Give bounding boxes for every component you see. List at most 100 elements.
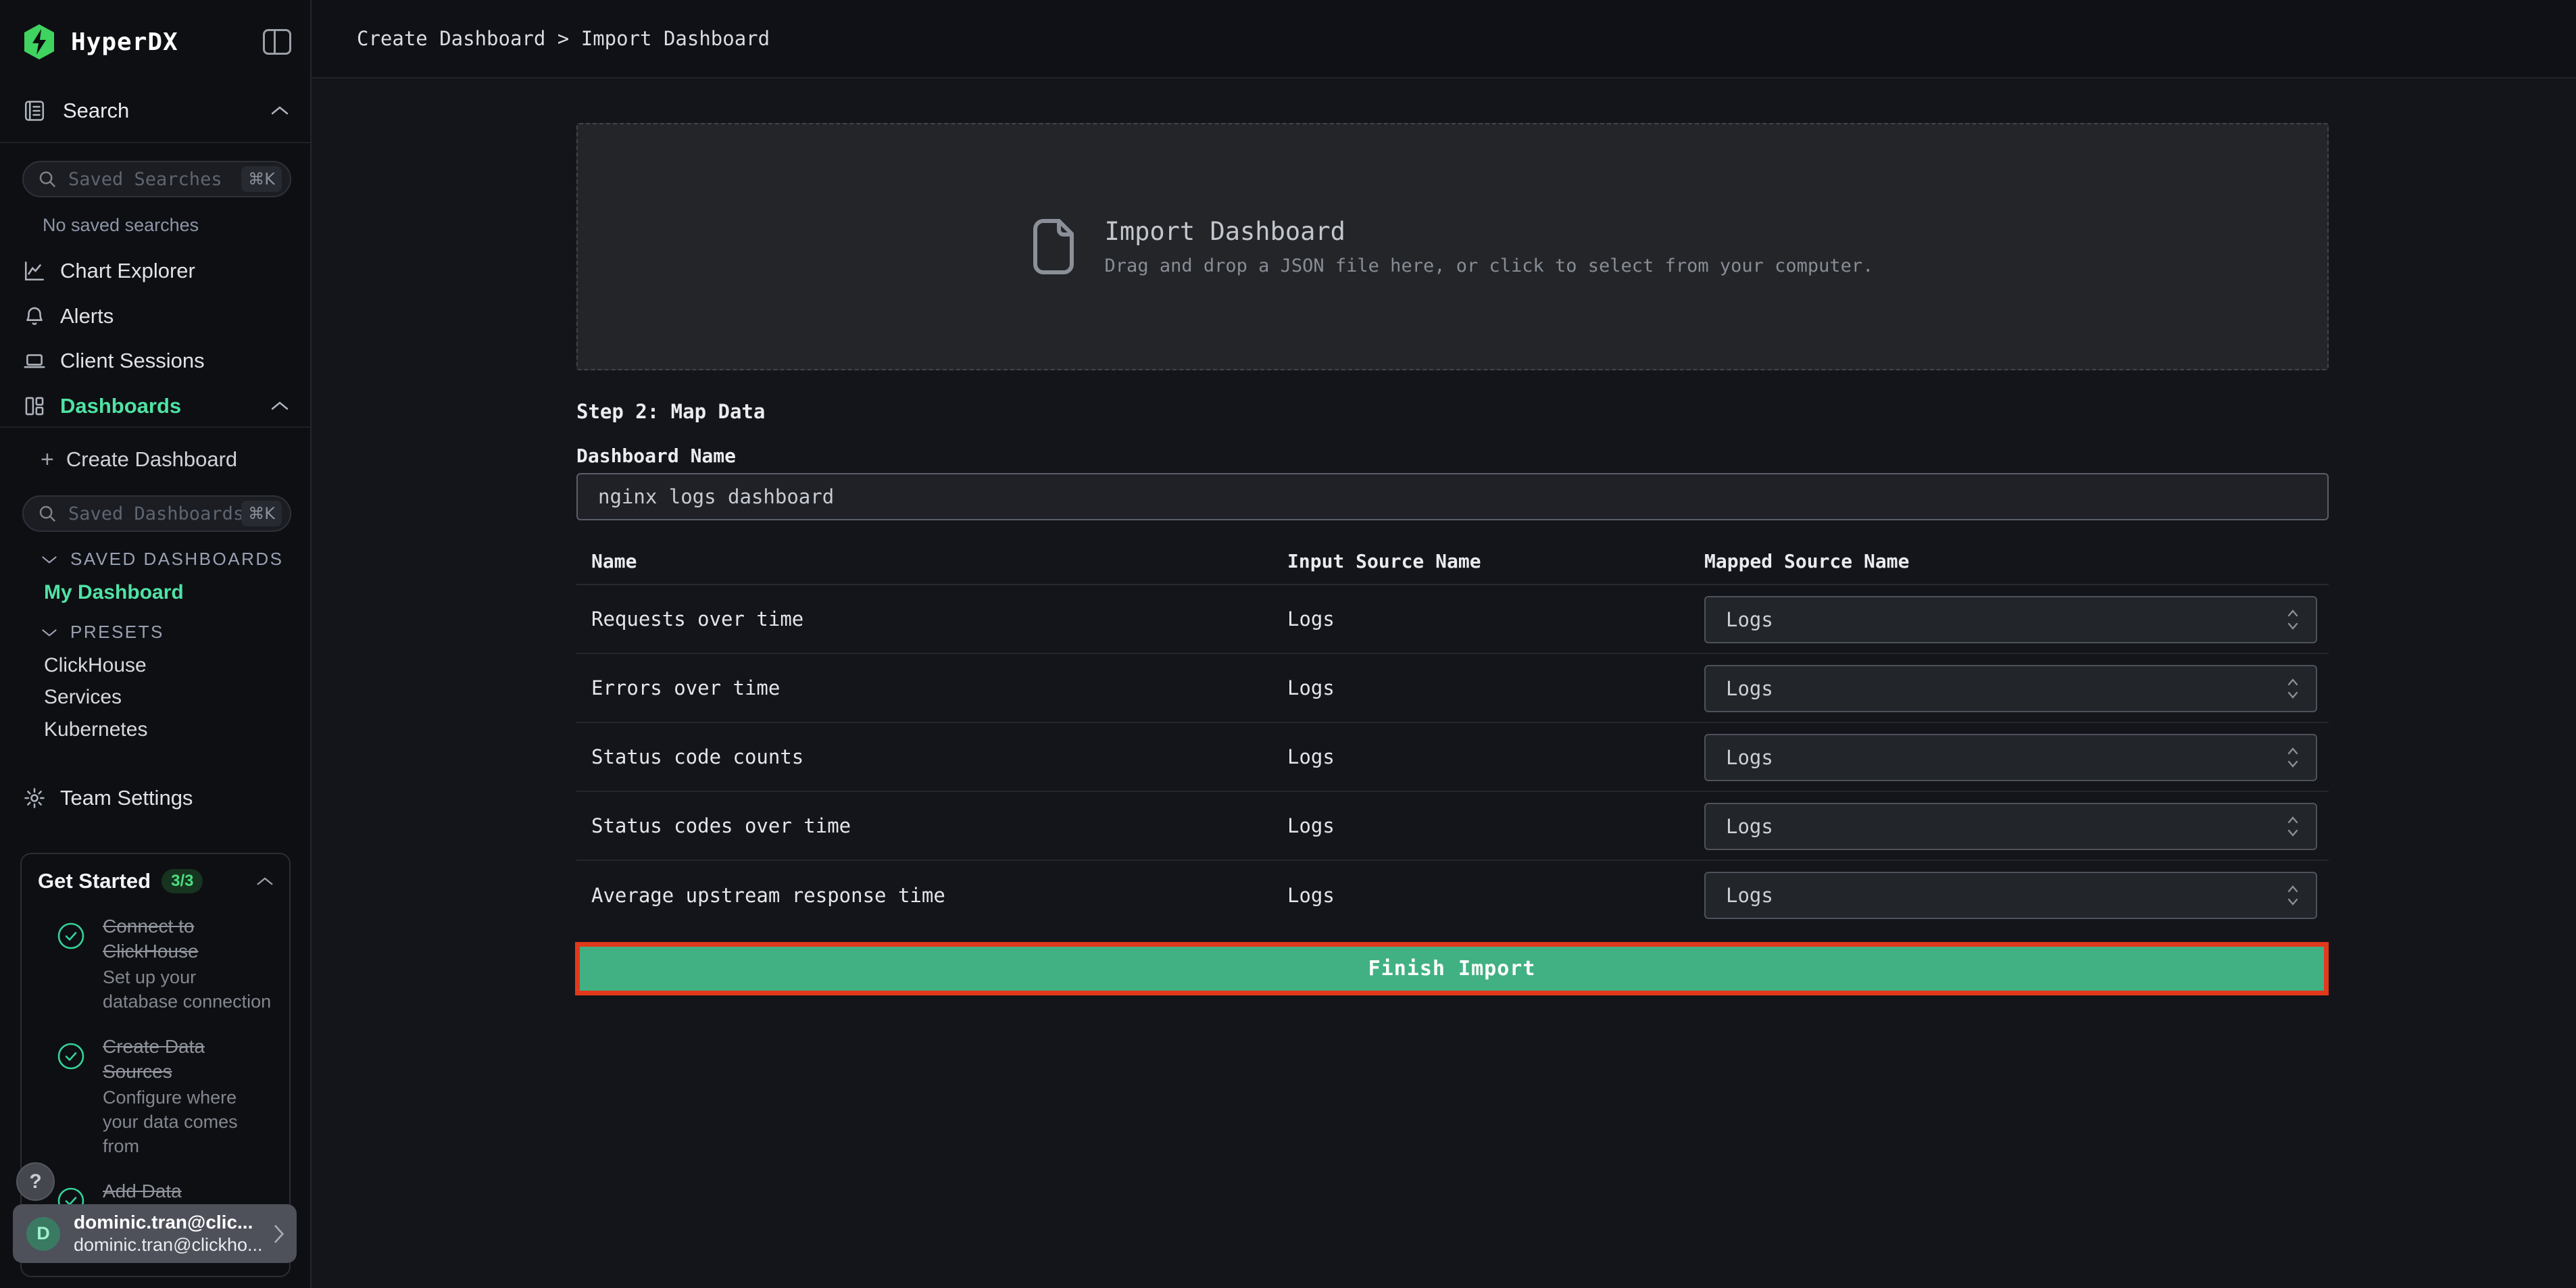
sidebar-item-alerts[interactable]: Alerts xyxy=(22,299,290,333)
input-source-cell: Logs xyxy=(1287,654,1335,722)
journal-icon xyxy=(22,99,47,123)
dashboard-name-label: Dashboard Name xyxy=(576,445,736,467)
file-icon xyxy=(1032,218,1075,275)
column-header-mapped-source: Mapped Source Name xyxy=(1704,550,1909,572)
mapped-source-select[interactable]: Logs xyxy=(1704,734,2317,781)
step-label: Step 2: Map Data xyxy=(576,400,765,423)
saved-dashboards-group-header[interactable]: SAVED DASHBOARDS xyxy=(41,549,283,570)
saved-dashboards-input[interactable]: Saved Dashboards ⌘K xyxy=(22,495,291,532)
input-source-cell: Logs xyxy=(1287,861,1335,930)
selected-value: Logs xyxy=(1726,677,2286,700)
shortcut-badge: ⌘K xyxy=(241,501,282,526)
get-started-item-title: Add Data xyxy=(103,1179,276,1204)
tile-name-cell: Errors over time xyxy=(591,654,780,722)
shortcut-badge: ⌘K xyxy=(241,166,282,192)
app-title: HyperDX xyxy=(71,28,178,56)
sidebar-section-label: Search xyxy=(63,99,129,123)
check-circle-icon xyxy=(57,1042,85,1158)
group-label-text: PRESETS xyxy=(70,622,164,643)
mapping-table: Requests over time Logs Logs Errors over… xyxy=(576,585,2329,930)
user-name: dominic.tran@clic... xyxy=(74,1211,272,1234)
sidebar-item-dashboards[interactable]: Dashboards xyxy=(22,389,290,423)
divider xyxy=(0,142,310,143)
table-row: Status code counts Logs Logs xyxy=(576,723,2329,792)
finish-import-label: Finish Import xyxy=(1368,957,1536,981)
selected-value: Logs xyxy=(1726,884,2286,907)
chevron-up-icon xyxy=(270,400,290,412)
get-started-item-connect[interactable]: Connect to ClickHouse Set up your databa… xyxy=(22,914,289,1014)
mapped-source-select[interactable]: Logs xyxy=(1704,803,2317,850)
mapped-source-select[interactable]: Logs xyxy=(1704,665,2317,712)
sidebar-item-team-settings[interactable]: Team Settings xyxy=(22,781,290,815)
saved-dashboards-placeholder: Saved Dashboards xyxy=(68,503,241,524)
sidebar-item-my-dashboard[interactable]: My Dashboard xyxy=(44,581,184,604)
table-row: Status codes over time Logs Logs xyxy=(576,792,2329,861)
group-label-text: SAVED DASHBOARDS xyxy=(70,549,283,570)
get-started-item-title: Create Data Sources xyxy=(103,1034,276,1084)
column-header-input-source: Input Source Name xyxy=(1287,550,1481,572)
chevron-up-icon xyxy=(270,105,290,117)
import-dropzone[interactable]: Import Dashboard Drag and drop a JSON fi… xyxy=(576,123,2329,370)
sidebar-item-label: Chart Explorer xyxy=(60,259,195,283)
sidebar-item-label: Alerts xyxy=(60,304,114,328)
sidebar-item-label: Dashboards xyxy=(60,394,181,418)
chart-line-icon xyxy=(22,259,47,282)
sidebar-collapse-icon[interactable] xyxy=(263,29,291,55)
get-started-item-desc: Configure where your data comes from xyxy=(103,1085,276,1158)
sidebar-section-search[interactable]: Search xyxy=(22,95,290,127)
create-dashboard-button[interactable]: + Create Dashboard xyxy=(41,444,237,475)
sidebar-item-clickhouse[interactable]: ClickHouse xyxy=(44,654,147,677)
mapped-source-select[interactable]: Logs xyxy=(1704,596,2317,643)
get-started-item-sources[interactable]: Create Data Sources Configure where your… xyxy=(22,1034,289,1158)
table-row: Requests over time Logs Logs xyxy=(576,585,2329,654)
top-bar: Create Dashboard > Import Dashboard xyxy=(312,0,2576,78)
select-chevrons-icon xyxy=(2286,814,2300,839)
hyperdx-logo-icon xyxy=(22,24,56,60)
action-highlight-box: Finish Import xyxy=(575,942,2329,995)
layout-grid-icon xyxy=(22,395,47,418)
input-source-cell: Logs xyxy=(1287,792,1335,860)
search-icon xyxy=(37,503,57,524)
user-email: dominic.tran@clickho... xyxy=(74,1234,272,1256)
column-header-name: Name xyxy=(591,550,637,572)
breadcrumb: Create Dashboard > Import Dashboard xyxy=(357,0,770,77)
help-button[interactable]: ? xyxy=(16,1162,55,1201)
dashboard-name-input[interactable]: nginx logs dashboard xyxy=(576,473,2329,520)
chevron-up-icon xyxy=(255,876,274,887)
tile-name-cell: Requests over time xyxy=(591,585,803,653)
get-started-item-title: Connect to ClickHouse xyxy=(103,914,276,964)
dropzone-subtitle: Drag and drop a JSON file here, or click… xyxy=(1105,255,1874,276)
sidebar-item-client-sessions[interactable]: Client Sessions xyxy=(22,344,290,378)
sidebar-item-kubernetes[interactable]: Kubernetes xyxy=(44,718,147,741)
finish-import-button[interactable]: Finish Import xyxy=(580,947,2324,991)
get-started-header[interactable]: Get Started 3/3 xyxy=(22,854,289,893)
selected-value: Logs xyxy=(1726,815,2286,838)
chevron-down-icon xyxy=(41,627,58,638)
select-chevrons-icon xyxy=(2286,883,2300,908)
tile-name-cell: Average upstream response time xyxy=(591,861,945,930)
sidebar-item-services[interactable]: Services xyxy=(44,686,122,709)
sidebar: HyperDX Search Saved Searches ⌘K No save… xyxy=(0,0,312,1288)
sidebar-item-label: Team Settings xyxy=(60,786,193,810)
select-chevrons-icon xyxy=(2286,608,2300,632)
sidebar-item-label: Client Sessions xyxy=(60,349,205,373)
select-chevrons-icon xyxy=(2286,676,2300,701)
mapped-source-select[interactable]: Logs xyxy=(1704,872,2317,919)
input-source-cell: Logs xyxy=(1287,723,1335,791)
logo-row: HyperDX xyxy=(22,24,291,59)
presets-group-header[interactable]: PRESETS xyxy=(41,622,164,643)
saved-searches-placeholder: Saved Searches xyxy=(68,169,241,190)
get-started-title: Get Started xyxy=(38,869,151,893)
sidebar-item-chart-explorer[interactable]: Chart Explorer xyxy=(22,254,290,288)
plus-icon: + xyxy=(41,447,54,473)
table-row: Average upstream response time Logs Logs xyxy=(576,861,2329,930)
input-source-cell: Logs xyxy=(1287,585,1335,653)
selected-value: Logs xyxy=(1726,608,2286,631)
saved-searches-input[interactable]: Saved Searches ⌘K xyxy=(22,161,291,197)
gear-icon xyxy=(22,787,47,810)
user-menu[interactable]: D dominic.tran@clic... dominic.tran@clic… xyxy=(13,1204,297,1263)
dropzone-title: Import Dashboard xyxy=(1105,217,1874,246)
select-chevrons-icon xyxy=(2286,745,2300,770)
tile-name-cell: Status code counts xyxy=(591,723,803,791)
create-dashboard-label: Create Dashboard xyxy=(66,447,237,472)
